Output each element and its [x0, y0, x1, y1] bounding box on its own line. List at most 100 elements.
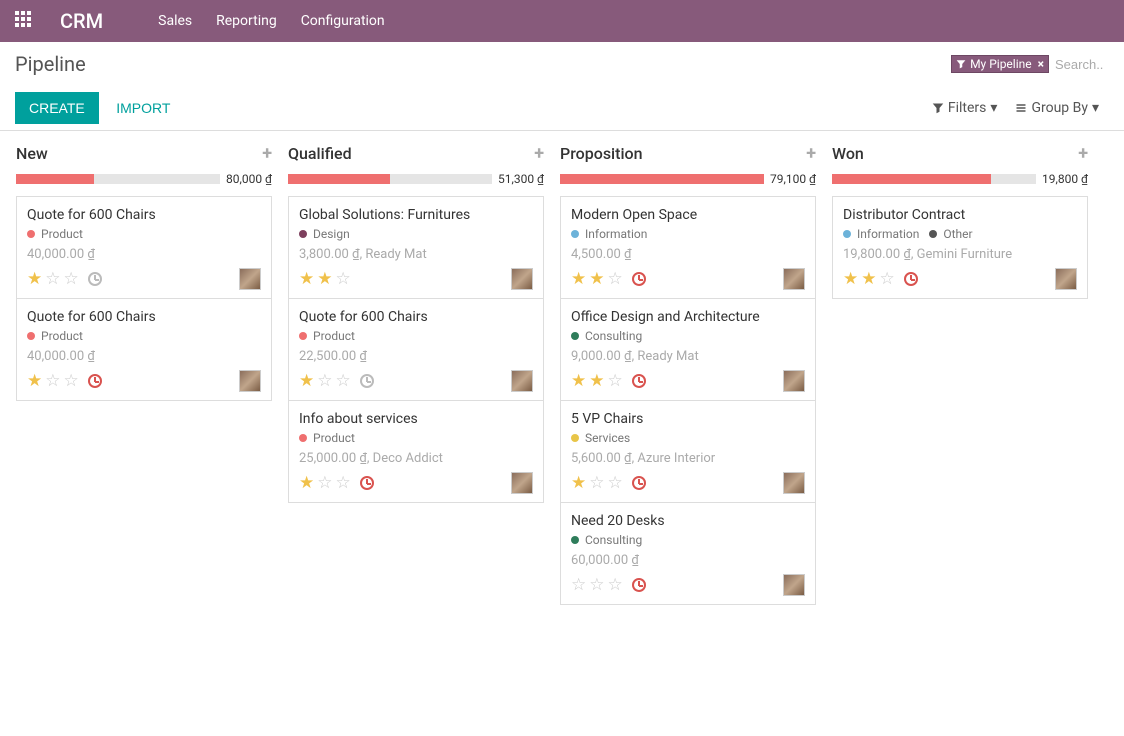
- kanban-card[interactable]: Office Design and Architecture Consultin…: [560, 298, 816, 401]
- star-icon[interactable]: ★: [571, 371, 586, 391]
- kanban-card[interactable]: Need 20 Desks Consulting 60,000.00 ₫ ☆☆☆: [560, 502, 816, 605]
- create-button[interactable]: CREATE: [15, 92, 99, 124]
- star-icon[interactable]: ☆: [336, 269, 351, 289]
- column-add-button[interactable]: +: [262, 143, 272, 164]
- card-subtitle: 22,500.00 ₫: [299, 349, 533, 364]
- kanban-card[interactable]: Distributor Contract InformationOther 19…: [832, 196, 1088, 299]
- priority-stars: ★★☆: [571, 371, 646, 391]
- kanban-card[interactable]: Global Solutions: Furnitures Design 3,80…: [288, 196, 544, 299]
- caret-down-icon: ▾: [1092, 100, 1099, 116]
- column-add-button[interactable]: +: [806, 143, 816, 164]
- card-subtitle: 9,000.00 ₫, Ready Mat: [571, 349, 805, 364]
- clock-icon[interactable]: [632, 272, 646, 286]
- avatar[interactable]: [511, 370, 533, 392]
- kanban-card[interactable]: Quote for 600 Chairs Product 40,000.00 ₫…: [16, 196, 272, 299]
- filter-tag-remove[interactable]: ×: [1038, 57, 1044, 71]
- search-input[interactable]: [1049, 53, 1109, 76]
- card-title: Need 20 Desks: [571, 513, 805, 529]
- star-icon[interactable]: ★: [299, 269, 314, 289]
- card-title: Modern Open Space: [571, 207, 805, 223]
- caret-down-icon: ▾: [990, 100, 997, 116]
- progress-bar: [832, 174, 1036, 184]
- clock-icon[interactable]: [632, 476, 646, 490]
- kanban-card[interactable]: 5 VP Chairs Services 5,600.00 ₫, Azure I…: [560, 400, 816, 503]
- tag: Other: [929, 227, 972, 241]
- progress-bar: [16, 174, 220, 184]
- star-icon[interactable]: ★: [317, 269, 332, 289]
- star-icon[interactable]: ☆: [589, 575, 604, 595]
- star-icon[interactable]: ☆: [317, 473, 332, 493]
- kanban-card[interactable]: Info about services Product 25,000.00 ₫,…: [288, 400, 544, 503]
- avatar[interactable]: [239, 268, 261, 290]
- clock-icon[interactable]: [360, 476, 374, 490]
- kanban-card[interactable]: Modern Open Space Information 4,500.00 ₫…: [560, 196, 816, 299]
- funnel-icon: [932, 102, 944, 114]
- kanban-card[interactable]: Quote for 600 Chairs Product 22,500.00 ₫…: [288, 298, 544, 401]
- star-icon[interactable]: ★: [27, 269, 42, 289]
- avatar[interactable]: [511, 472, 533, 494]
- column-title: New: [16, 144, 48, 163]
- search-filter-tag[interactable]: My Pipeline ×: [951, 55, 1049, 73]
- priority-stars: ★★☆: [299, 269, 351, 289]
- funnel-icon: [956, 59, 966, 69]
- tag: Consulting: [571, 329, 642, 343]
- tag: Services: [571, 431, 630, 445]
- clock-icon[interactable]: [360, 374, 374, 388]
- clock-icon[interactable]: [632, 578, 646, 592]
- column-add-button[interactable]: +: [1078, 143, 1088, 164]
- avatar[interactable]: [511, 268, 533, 290]
- avatar[interactable]: [783, 370, 805, 392]
- star-icon[interactable]: ☆: [64, 371, 79, 391]
- import-button[interactable]: IMPORT: [102, 92, 184, 124]
- tag: Information: [571, 227, 647, 241]
- star-icon[interactable]: ☆: [336, 473, 351, 493]
- star-icon[interactable]: ☆: [571, 575, 586, 595]
- nav-reporting[interactable]: Reporting: [216, 13, 277, 29]
- star-icon[interactable]: ☆: [608, 575, 623, 595]
- card-subtitle: 40,000.00 ₫: [27, 349, 261, 364]
- star-icon[interactable]: ★: [589, 371, 604, 391]
- star-icon[interactable]: ★: [589, 269, 604, 289]
- apps-icon[interactable]: [15, 11, 35, 31]
- tag: Product: [27, 227, 83, 241]
- star-icon[interactable]: ★: [27, 371, 42, 391]
- search-view[interactable]: My Pipeline ×: [951, 53, 1109, 76]
- star-icon[interactable]: ☆: [45, 371, 60, 391]
- column-add-button[interactable]: +: [534, 143, 544, 164]
- star-icon[interactable]: ★: [571, 473, 586, 493]
- star-icon[interactable]: ☆: [608, 473, 623, 493]
- card-subtitle: 19,800.00 ₫, Gemini Furniture: [843, 247, 1077, 262]
- star-icon[interactable]: ★: [299, 473, 314, 493]
- clock-icon[interactable]: [632, 374, 646, 388]
- star-icon[interactable]: ☆: [45, 269, 60, 289]
- star-icon[interactable]: ☆: [64, 269, 79, 289]
- avatar[interactable]: [1055, 268, 1077, 290]
- clock-icon[interactable]: [88, 374, 102, 388]
- kanban-card[interactable]: Quote for 600 Chairs Product 40,000.00 ₫…: [16, 298, 272, 401]
- nav-configuration[interactable]: Configuration: [301, 13, 385, 29]
- groupby-menu[interactable]: Group By ▾: [1015, 100, 1099, 116]
- card-subtitle: 60,000.00 ₫: [571, 553, 805, 568]
- star-icon[interactable]: ☆: [317, 371, 332, 391]
- column-amount: 79,100 ₫: [770, 172, 816, 186]
- card-title: Quote for 600 Chairs: [299, 309, 533, 325]
- clock-icon[interactable]: [88, 272, 102, 286]
- star-icon[interactable]: ☆: [608, 371, 623, 391]
- star-icon[interactable]: ☆: [880, 269, 895, 289]
- filters-menu[interactable]: Filters ▾: [932, 100, 998, 116]
- star-icon[interactable]: ★: [861, 269, 876, 289]
- avatar[interactable]: [783, 268, 805, 290]
- star-icon[interactable]: ☆: [608, 269, 623, 289]
- avatar[interactable]: [783, 472, 805, 494]
- avatar[interactable]: [239, 370, 261, 392]
- star-icon[interactable]: ★: [571, 269, 586, 289]
- star-icon[interactable]: ☆: [336, 371, 351, 391]
- nav-sales[interactable]: Sales: [158, 13, 192, 29]
- star-icon[interactable]: ★: [843, 269, 858, 289]
- star-icon[interactable]: ☆: [589, 473, 604, 493]
- avatar[interactable]: [783, 574, 805, 596]
- filter-tag-label: My Pipeline: [970, 57, 1032, 71]
- star-icon[interactable]: ★: [299, 371, 314, 391]
- clock-icon[interactable]: [904, 272, 918, 286]
- column-progress: 19,800 ₫: [832, 172, 1088, 186]
